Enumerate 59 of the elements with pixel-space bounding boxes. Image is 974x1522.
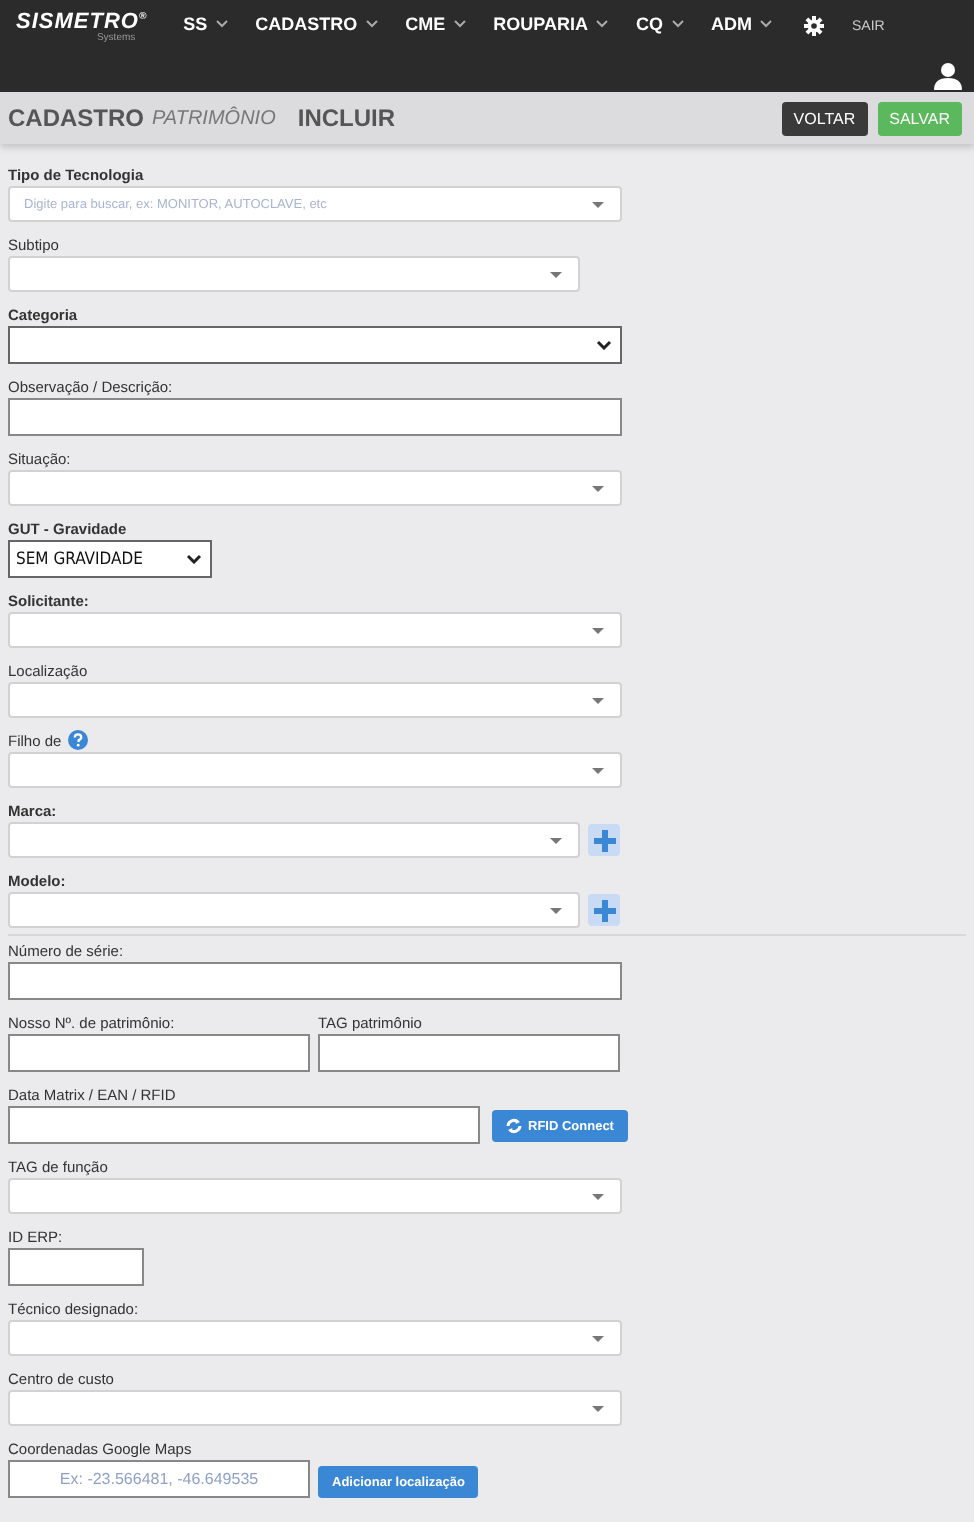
dropdown-field[interactable] [8,822,580,858]
dropdown-field[interactable] [8,612,622,648]
nav-menu-item[interactable]: CME [405,14,466,34]
nav-menu-item[interactable]: ROUPARIA [493,14,608,34]
input-field[interactable] [8,1106,480,1144]
dropdown-arrow-icon [592,697,604,703]
input-field[interactable] [318,1034,620,1072]
select-value: SEM GRAVIDADE [16,549,143,569]
caret-icon [365,20,378,28]
dropdown-arrow-icon [550,907,562,913]
caret-icon [671,20,683,28]
add-button[interactable] [588,894,620,926]
chevron-down-icon [186,554,202,564]
nav-menu-item[interactable]: CADASTRO [255,14,378,34]
select-field[interactable]: SEM GRAVIDADE [8,540,212,578]
dropdown-field[interactable] [8,682,622,718]
chevron-down-icon [596,340,612,350]
dropdown-arrow-icon [550,271,562,277]
plus-icon [593,829,615,851]
dropdown-arrow-icon [592,1193,604,1199]
dropdown-field[interactable] [8,1390,622,1426]
dropdown-arrow-icon [592,627,604,633]
page-title: CADASTRO [8,104,144,132]
dropdown-field[interactable] [8,256,580,292]
dropdown-arrow-icon [592,1335,604,1341]
caret-icon [596,20,608,28]
dropdown-arrow-icon [592,767,604,773]
caret-icon [215,20,228,28]
back-button[interactable]: VOLTAR [781,101,868,135]
page-subtitle: PATRIMÔNIO [152,107,276,129]
plus-icon [593,899,615,921]
dropdown-field[interactable] [8,470,622,506]
input-field[interactable] [8,962,622,1000]
registered-mark: ® [138,10,148,23]
dropdown-field[interactable] [8,1320,622,1356]
input-field[interactable] [8,398,622,436]
user-icon[interactable] [934,62,962,90]
logo-name: SISMETRO$^{®}$ [16,10,148,34]
dropdown-arrow-icon [592,1405,604,1411]
nav-menu-item[interactable]: ADM [711,14,772,34]
settings-icon[interactable] [804,16,824,36]
dropdown-field[interactable] [8,752,622,788]
dropdown-arrow-icon [550,837,562,843]
nav-menu-item[interactable]: SS [183,14,228,34]
dropdown-field[interactable] [8,892,580,928]
input-field[interactable]: Ex: -23.566481, -46.649535 [8,1460,310,1498]
select-field[interactable] [8,326,622,364]
refresh-icon [506,1118,522,1134]
add-button[interactable] [588,824,620,856]
nav-menu-item[interactable]: CQ [636,14,683,34]
dropdown-arrow-icon [592,485,604,491]
input-field[interactable] [8,1248,144,1286]
caret-icon [760,20,772,28]
dropdown-arrow-icon [592,201,604,207]
caret-icon [453,20,466,28]
help-icon[interactable] [67,730,88,750]
page-action-title: INCLUIR [297,104,396,132]
dropdown-field[interactable] [8,1178,622,1214]
input-field[interactable] [8,1034,310,1072]
